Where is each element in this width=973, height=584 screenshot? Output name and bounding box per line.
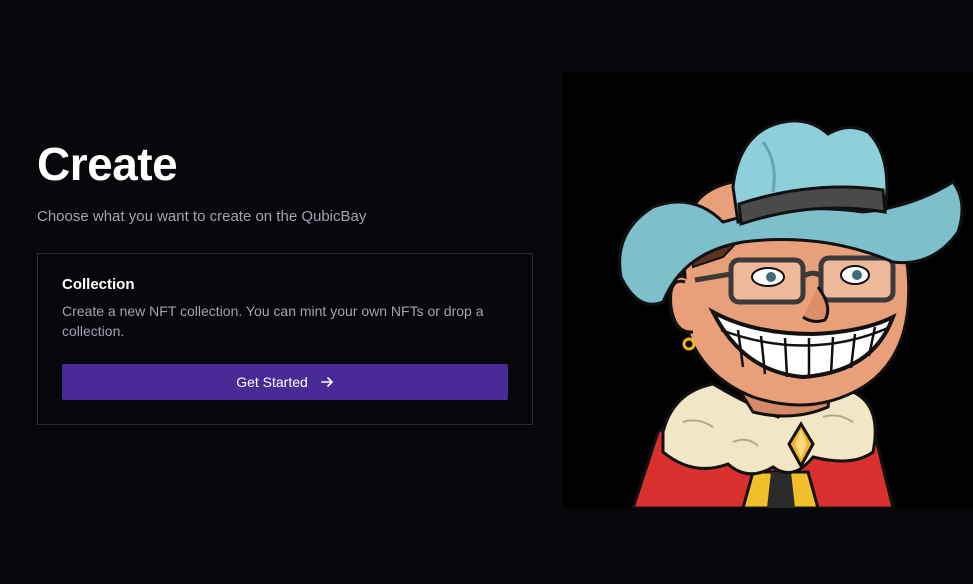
page-subtitle: Choose what you want to create on the Qu… [37,208,367,225]
get-started-label: Get Started [236,374,308,390]
illustration-panel [563,72,973,508]
arrow-right-icon [320,377,333,387]
get-started-button[interactable]: Get Started [62,364,508,400]
create-page: Create Choose what you want to create on… [0,0,973,584]
card-title: Collection [62,276,135,293]
collection-card: Collection Create a new NFT collection. … [37,253,533,425]
cowboy-character-illustration [618,119,964,508]
page-title: Create [37,138,178,190]
card-description: Create a new NFT collection. You can min… [62,303,484,339]
